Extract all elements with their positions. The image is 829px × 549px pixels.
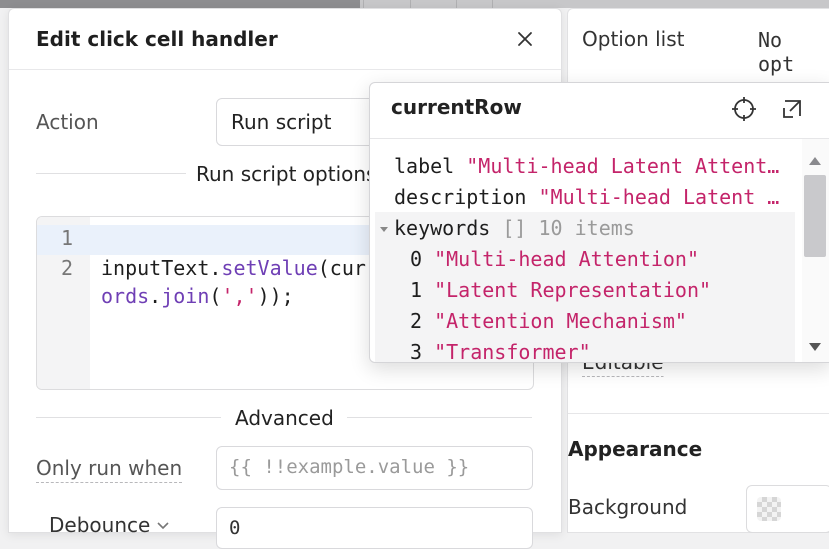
tree-row-item: 3 "Transformer" (410, 340, 591, 362)
background-divider (492, 0, 493, 8)
line-number: 2 (60, 256, 73, 280)
tree-key: keywords (394, 216, 491, 240)
action-label: Action (36, 110, 99, 134)
script-options-title: Run script options (196, 162, 377, 186)
only-run-when-input[interactable]: {{ !!example.value }} (216, 446, 533, 490)
tree-index: 0 (410, 247, 423, 271)
tree-index: 1 (410, 278, 423, 302)
current-row-tree: label "Multi-head Latent Attent… descrip… (370, 139, 795, 362)
line-number: 1 (60, 226, 73, 250)
action-select-value: Run script (231, 110, 332, 134)
tree-value: "Attention Mechanism" (434, 309, 687, 333)
code-line-2: inputText.setValue(cur (101, 256, 366, 280)
code-token-function: join (161, 284, 210, 308)
tree-index: 2 (410, 309, 423, 333)
scroll-down-icon[interactable] (809, 343, 821, 351)
inspect-button[interactable] (730, 95, 758, 123)
background-color-swatch[interactable] (746, 485, 829, 533)
crosshair-icon (732, 97, 756, 121)
background-toolbar-strip (0, 0, 829, 8)
modal-title: Edit click cell handler (36, 27, 278, 51)
header-divider (9, 69, 561, 70)
popover-title: currentRow (391, 95, 522, 119)
tree-row-item: 1 "Latent Representation" (410, 278, 711, 302)
code-token: (cur (317, 256, 366, 280)
code-token-string: ',' (221, 284, 258, 308)
section-divider (347, 417, 532, 418)
popover-scrollbar[interactable] (802, 139, 829, 362)
debounce-value: 0 (229, 517, 241, 539)
appearance-heading: Appearance (568, 437, 703, 461)
code-token: ords (101, 284, 150, 308)
inspector-divider (568, 413, 829, 414)
only-run-when-placeholder: {{ !!example.value }} (229, 456, 470, 478)
tree-value: "Latent Representation" (434, 278, 712, 302)
scrollbar-thumb[interactable] (804, 175, 826, 257)
tree-value: "Multi-head Latent Attent… (466, 154, 780, 178)
option-list-label: Option list (582, 27, 685, 51)
tree-row-description: description "Multi-head Latent … (394, 185, 779, 209)
transparent-checker-icon (757, 497, 781, 521)
only-run-when-label[interactable]: Only run when (36, 456, 183, 483)
tree-value: "Multi-head Attention" (434, 247, 699, 271)
tree-row-item: 0 "Multi-head Attention" (410, 247, 699, 271)
section-divider (36, 417, 221, 418)
code-token: ( (209, 284, 222, 308)
current-row-popover: currentRow label "Multi-head Latent Atte… (369, 82, 829, 363)
close-icon (518, 32, 532, 46)
code-token: inputText (101, 256, 210, 280)
debounce-input[interactable]: 0 (216, 507, 533, 549)
background-divider (410, 0, 411, 8)
code-token: . (209, 256, 222, 280)
tree-row-label: label "Multi-head Latent Attent… (394, 154, 779, 178)
background-divider (456, 0, 457, 8)
code-token: . (149, 284, 162, 308)
code-token: )); (257, 284, 294, 308)
tree-key: description (394, 185, 527, 209)
tree-row-keywords[interactable]: keywords [] 10 items (378, 216, 635, 240)
tree-value: "Transformer" (434, 340, 591, 362)
debounce-label-text: Debounce (49, 513, 151, 537)
option-list-value[interactable]: No opt (758, 28, 829, 76)
external-link-icon (783, 100, 801, 118)
tree-index: 3 (410, 340, 423, 362)
background-toolbar-dark (0, 0, 360, 8)
popout-button[interactable] (778, 95, 806, 123)
close-button[interactable] (511, 25, 539, 53)
section-divider (36, 173, 186, 174)
tree-value: "Multi-head Latent … (538, 185, 780, 209)
tree-meta: [] 10 items (502, 216, 635, 240)
chevron-down-icon (157, 522, 169, 530)
code-token-function: setValue (221, 256, 318, 280)
tree-row-item: 2 "Attention Mechanism" (410, 309, 687, 333)
code-line-2-wrap: ords.join(',')); (101, 284, 294, 308)
scroll-up-icon[interactable] (809, 157, 821, 165)
debounce-label[interactable]: Debounce (49, 513, 170, 537)
background-divider (363, 0, 364, 8)
background-label: Background (568, 495, 688, 519)
tree-key: label (394, 154, 455, 178)
advanced-title: Advanced (235, 406, 334, 430)
caret-down-icon (380, 227, 388, 232)
